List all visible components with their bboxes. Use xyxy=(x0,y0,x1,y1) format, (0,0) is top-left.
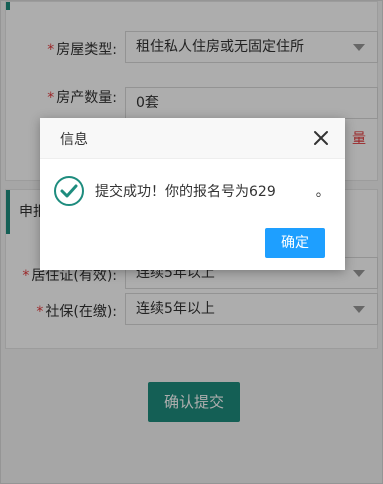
dialog-header: 信息 xyxy=(40,118,345,159)
ok-button[interactable]: 确定 xyxy=(265,228,325,258)
close-icon[interactable] xyxy=(311,128,331,148)
dialog-body: 提交成功！你的报名号为629。 xyxy=(40,159,345,219)
info-dialog: 信息 提交成功！你的报名号为629。 确定 xyxy=(40,118,345,270)
success-check-icon xyxy=(53,175,85,207)
dialog-message: 提交成功！你的报名号为629。 xyxy=(95,184,330,200)
dialog-title: 信息 xyxy=(60,132,88,148)
